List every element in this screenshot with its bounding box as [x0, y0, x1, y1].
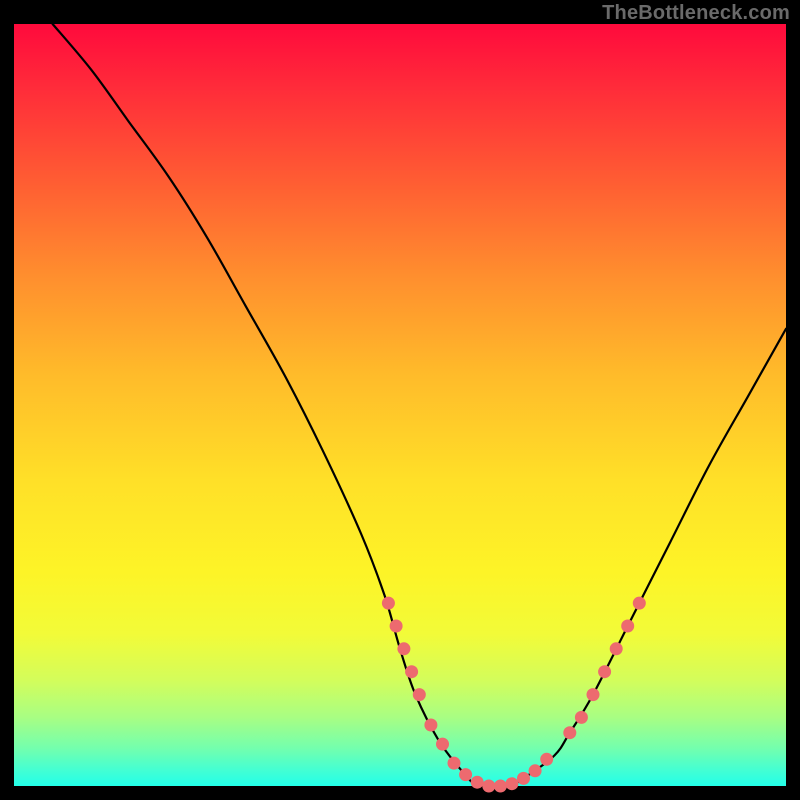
highlight-dot	[633, 597, 646, 610]
highlight-dot	[382, 597, 395, 610]
highlight-dot	[436, 738, 449, 751]
highlight-dot	[621, 620, 634, 633]
highlight-dot	[482, 780, 495, 793]
highlight-dot	[448, 757, 461, 770]
chart-svg	[14, 24, 786, 786]
highlight-dot	[424, 719, 437, 732]
watermark-text: TheBottleneck.com	[602, 2, 790, 25]
highlight-dot	[390, 620, 403, 633]
bottleneck-curve	[53, 24, 786, 787]
highlight-dot	[397, 642, 410, 655]
highlight-dot	[459, 768, 472, 781]
highlight-dot	[517, 772, 530, 785]
highlight-dot	[540, 753, 553, 766]
highlight-dot	[610, 642, 623, 655]
highlight-dot	[494, 780, 507, 793]
highlight-dot	[575, 711, 588, 724]
highlight-dot	[587, 688, 600, 701]
highlight-dot	[471, 776, 484, 789]
highlight-dot	[598, 665, 611, 678]
highlight-dot	[405, 665, 418, 678]
chart-frame: TheBottleneck.com	[0, 0, 800, 800]
highlight-dot	[505, 777, 518, 790]
highlight-dot	[529, 764, 542, 777]
highlight-dots	[382, 597, 646, 793]
highlight-dot	[413, 688, 426, 701]
highlight-dot	[563, 726, 576, 739]
